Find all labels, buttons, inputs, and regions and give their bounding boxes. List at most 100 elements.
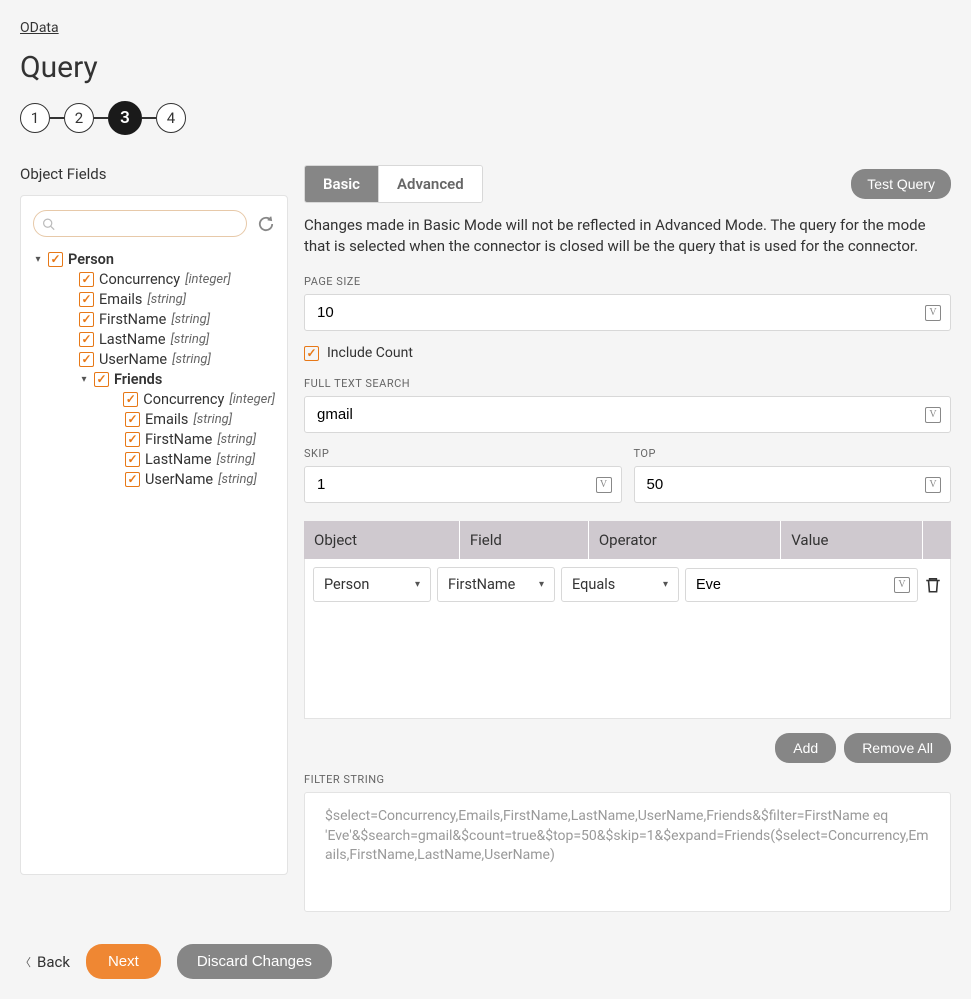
tree-type: [string] xyxy=(193,412,232,427)
checkbox[interactable] xyxy=(94,372,109,387)
object-fields-label: Object Fields xyxy=(20,165,288,183)
tree-node[interactable]: UserName [string] xyxy=(33,469,275,489)
variable-icon[interactable]: V xyxy=(596,477,612,493)
page-size-input[interactable] xyxy=(304,294,951,331)
tree-label: Person xyxy=(68,251,114,268)
tree-type: [string] xyxy=(172,352,211,367)
tree-label: Emails xyxy=(99,291,142,308)
search-input[interactable] xyxy=(33,210,247,237)
top-label: TOP xyxy=(634,447,952,460)
tree-node[interactable]: FirstName [string] xyxy=(33,309,275,329)
checkbox[interactable] xyxy=(125,412,140,427)
breadcrumb[interactable]: OData xyxy=(20,20,59,36)
chevron-down-icon[interactable]: ▾ xyxy=(79,374,89,385)
search-icon xyxy=(42,217,55,230)
object-tree: ▾ Person Concurrency [integer] Emails [s… xyxy=(33,249,275,489)
filter-operator-select[interactable]: Equals ▾ xyxy=(561,567,679,602)
tree-node[interactable]: UserName [string] xyxy=(33,349,275,369)
checkbox[interactable] xyxy=(125,432,140,447)
filter-object-select[interactable]: Person ▾ xyxy=(313,567,431,602)
checkbox[interactable] xyxy=(79,332,94,347)
test-query-button[interactable]: Test Query xyxy=(851,169,951,199)
next-button[interactable]: Next xyxy=(86,944,161,979)
checkbox[interactable] xyxy=(123,392,138,407)
checkbox[interactable] xyxy=(79,352,94,367)
tree-node[interactable]: LastName [string] xyxy=(33,329,275,349)
tree-type: [integer] xyxy=(185,272,231,287)
step-4[interactable]: 4 xyxy=(156,103,186,133)
full-text-search-label: FULL TEXT SEARCH xyxy=(304,377,951,390)
filter-table: Object Field Operator Value xyxy=(304,521,951,559)
step-2[interactable]: 2 xyxy=(64,103,94,133)
variable-icon[interactable]: V xyxy=(925,407,941,423)
discard-changes-button[interactable]: Discard Changes xyxy=(177,944,332,979)
checkbox[interactable] xyxy=(79,312,94,327)
tab-advanced[interactable]: Advanced xyxy=(378,166,482,202)
filter-value-input[interactable] xyxy=(685,568,918,602)
tree-type: [string] xyxy=(147,292,186,307)
tree-type: [string] xyxy=(217,432,256,447)
refresh-icon[interactable] xyxy=(257,215,275,233)
tree-type: [string] xyxy=(171,312,210,327)
filter-object-value: Person xyxy=(324,576,369,593)
tree-label: LastName xyxy=(145,451,212,468)
tree-label: FirstName xyxy=(145,431,212,448)
chevron-down-icon: ▾ xyxy=(415,579,420,590)
checkbox[interactable] xyxy=(79,272,94,287)
chevron-down-icon: ▾ xyxy=(539,579,544,590)
stepper: 1 2 3 4 xyxy=(20,101,951,135)
tree-node[interactable]: Emails [string] xyxy=(33,409,275,429)
tree-node[interactable]: Concurrency [integer] xyxy=(33,389,275,409)
tree-type: [string] xyxy=(218,472,257,487)
skip-label: SKIP xyxy=(304,447,622,460)
tree-node[interactable]: Concurrency [integer] xyxy=(33,269,275,289)
step-connector xyxy=(94,117,108,119)
checkbox[interactable] xyxy=(125,452,140,467)
checkbox[interactable] xyxy=(79,292,94,307)
page-title: Query xyxy=(20,50,951,85)
filter-operator-value: Equals xyxy=(572,576,615,593)
variable-icon[interactable]: V xyxy=(925,305,941,321)
tree-node[interactable]: Emails [string] xyxy=(33,289,275,309)
skip-input[interactable] xyxy=(304,466,622,503)
include-count-checkbox[interactable] xyxy=(304,346,319,361)
tree-node-person[interactable]: ▾ Person xyxy=(33,249,275,269)
filter-header-field: Field xyxy=(460,521,589,559)
step-3[interactable]: 3 xyxy=(108,101,142,135)
tab-basic[interactable]: Basic xyxy=(305,166,378,202)
filter-field-value: FirstName xyxy=(448,576,515,593)
tree-label: Concurrency xyxy=(99,271,180,288)
add-filter-button[interactable]: Add xyxy=(775,733,836,763)
tree-label: LastName xyxy=(99,331,166,348)
back-button[interactable]: 〈 Back xyxy=(20,953,70,971)
tree-node-friends[interactable]: ▾ Friends xyxy=(33,369,275,389)
back-label: Back xyxy=(37,953,70,971)
tree-label: FirstName xyxy=(99,311,166,328)
filter-row: Person ▾ FirstName ▾ Equals ▾ V xyxy=(313,567,942,602)
tree-node[interactable]: LastName [string] xyxy=(33,449,275,469)
tree-type: [string] xyxy=(171,332,210,347)
remove-all-filters-button[interactable]: Remove All xyxy=(844,733,951,763)
object-fields-panel: ▾ Person Concurrency [integer] Emails [s… xyxy=(20,195,288,875)
tree-type: [string] xyxy=(217,452,256,467)
tree-label: UserName xyxy=(99,351,167,368)
tree-label: Emails xyxy=(145,411,188,428)
variable-icon[interactable]: V xyxy=(925,477,941,493)
filter-string-label: FILTER STRING xyxy=(304,773,951,786)
filter-string-textarea[interactable] xyxy=(304,792,951,912)
checkbox[interactable] xyxy=(125,472,140,487)
include-count-label: Include Count xyxy=(327,345,413,361)
step-1[interactable]: 1 xyxy=(20,103,50,133)
chevron-left-icon: 〈 xyxy=(20,954,31,970)
filter-header-actions xyxy=(923,521,951,559)
chevron-down-icon[interactable]: ▾ xyxy=(33,254,43,265)
filter-header-operator: Operator xyxy=(589,521,781,559)
top-input[interactable] xyxy=(634,466,952,503)
trash-icon[interactable] xyxy=(924,576,942,594)
full-text-search-input[interactable] xyxy=(304,396,951,433)
filter-field-select[interactable]: FirstName ▾ xyxy=(437,567,555,602)
variable-icon[interactable]: V xyxy=(894,577,910,593)
filter-header-value: Value xyxy=(781,521,923,559)
checkbox[interactable] xyxy=(48,252,63,267)
tree-node[interactable]: FirstName [string] xyxy=(33,429,275,449)
